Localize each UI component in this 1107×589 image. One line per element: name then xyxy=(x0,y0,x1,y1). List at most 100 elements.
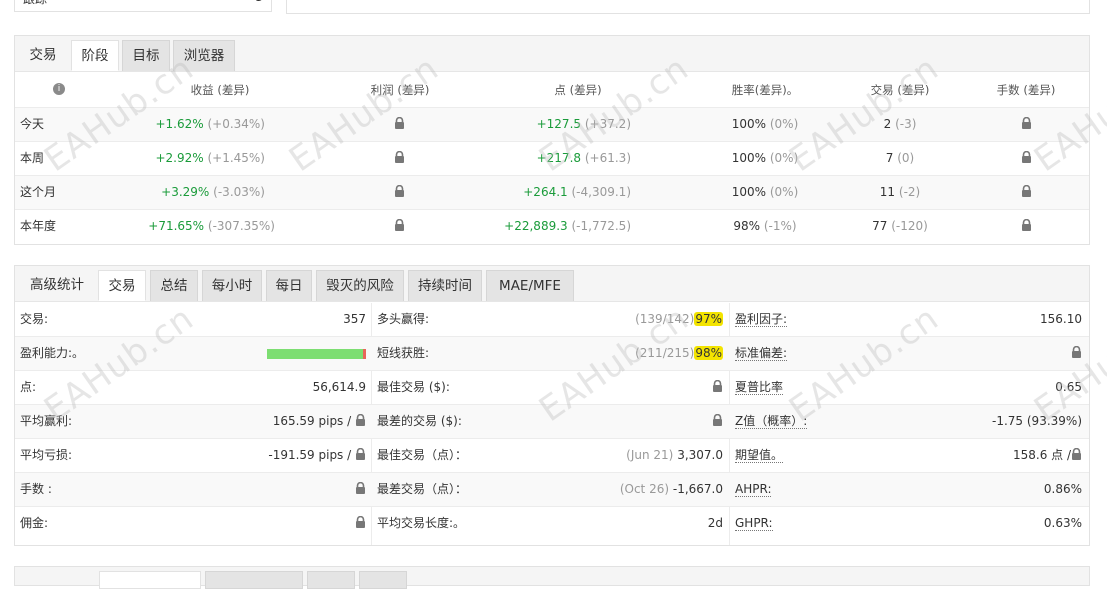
info-icon[interactable]: i xyxy=(53,83,65,95)
trades-cell: 11 (-2) xyxy=(855,176,945,209)
tab-advanced-stats[interactable]: 高级统计 xyxy=(21,270,93,301)
header-lots: 手数 (差异) xyxy=(996,83,1056,97)
trades-value: 77 xyxy=(872,219,888,233)
stats-row: 点: 56,614.9 最佳交易 ($): 夏普比率 0.65 xyxy=(15,371,1089,405)
lock-icon xyxy=(356,448,365,460)
next-panel-tab[interactable] xyxy=(307,571,355,589)
gain-diff: (-3.03%) xyxy=(213,185,265,199)
period-label: 今天 xyxy=(20,117,45,131)
longs-won-percent: 97% xyxy=(694,312,723,326)
ahpr-value: 0.86% xyxy=(1043,482,1082,496)
period-label: 本周 xyxy=(20,151,45,165)
tab-daily[interactable]: 每日 xyxy=(266,270,312,301)
win-diff: (0%) xyxy=(769,117,799,131)
tab-hourly[interactable]: 每小时 xyxy=(202,270,262,301)
top-right-panel xyxy=(286,0,1090,14)
tracking-label: 跟踪 xyxy=(23,0,47,7)
next-panel-tab[interactable] xyxy=(205,571,303,589)
win-cell: 98% (-1%) xyxy=(715,210,815,243)
period-label: 这个月 xyxy=(20,185,57,199)
gain-cell: +1.62% (+0.34%) xyxy=(115,108,265,141)
trades-cell: 2 (-3) xyxy=(855,108,945,141)
avg-trade-length-label: 平均交易长度:。 xyxy=(377,516,466,530)
profitability-bar-fill xyxy=(267,349,364,359)
z-score-text[interactable]: Z值（概率）: xyxy=(735,414,808,429)
tab-risk-of-ruin[interactable]: 毁灭的风险 xyxy=(316,270,404,301)
lots-lock-icon xyxy=(348,473,366,506)
gain-cell: +3.29% (-3.03%) xyxy=(115,176,265,209)
tab-trades[interactable]: 交易 xyxy=(19,40,67,71)
std-dev-text[interactable]: 标准偏差: xyxy=(735,346,788,361)
tab-duration[interactable]: 持续时间 xyxy=(408,270,482,301)
tab-trades[interactable]: 交易 xyxy=(98,270,146,301)
win-value: 100% xyxy=(731,151,767,165)
std-dev-lock-icon xyxy=(1065,337,1082,370)
ahpr-text[interactable]: AHPR: xyxy=(735,482,772,497)
lock-icon xyxy=(356,414,365,426)
tab-goals[interactable]: 目标 xyxy=(122,40,170,71)
trades-diff: (0) xyxy=(897,151,915,165)
trades-value: 357 xyxy=(343,312,366,326)
table-row: 本年度 +71.65% (-307.35%) +22,889.3 (-1,772… xyxy=(15,210,1089,244)
sharpe-ratio-text[interactable]: 夏普比率 xyxy=(735,380,784,395)
win-value: 100% xyxy=(731,117,767,131)
lots-label: 手数 : xyxy=(20,482,52,496)
gain-value: +2.92% xyxy=(155,151,204,165)
top-summary-panel: 跟踪 3 xyxy=(14,0,272,12)
shorts-won-label: 短线获胜: xyxy=(377,346,430,360)
next-panel xyxy=(14,566,1090,589)
lots-lock-icon xyxy=(1020,142,1032,175)
lock-icon xyxy=(1072,448,1081,460)
pips-cell: +264.1 (-4,309.1) xyxy=(465,176,631,209)
lots-lock-icon xyxy=(1020,108,1032,141)
profit-factor-label: 盈利因子: xyxy=(735,303,788,336)
profit-factor-text[interactable]: 盈利因子: xyxy=(735,312,788,327)
pips-cell: +22,889.3 (-1,772.5) xyxy=(465,210,631,243)
win-diff: (0%) xyxy=(769,151,799,165)
ahpr-label: AHPR: xyxy=(735,473,772,506)
profit-factor-value: 156.10 xyxy=(1040,312,1082,326)
tab-browsers[interactable]: 浏览器 xyxy=(173,40,235,71)
tab-period[interactable]: 阶段 xyxy=(71,40,119,71)
avg-win-label: 平均赢利: xyxy=(20,414,73,428)
pips-cell: +217.8 (+61.3) xyxy=(465,142,631,175)
period-header-row: i 收益 (差异) 利润 (差异) 点 (差异) 胜率(差异)。 交易 (差异)… xyxy=(15,73,1089,108)
worst-trade-pips: -1,667.0 xyxy=(672,482,723,496)
std-dev-label: 标准偏差: xyxy=(735,337,788,370)
pips-value: 56,614.9 xyxy=(312,380,366,394)
tracking-value: 3 xyxy=(255,0,263,4)
stats-row: 手数 : 最差交易（点）： (Oct 26) -1,667.0 AHPR: 0.… xyxy=(15,473,1089,507)
gain-cell: +2.92% (+1.45%) xyxy=(115,142,265,175)
header-win-rate: 胜率(差异)。 xyxy=(731,83,799,97)
shorts-won-value: (211/215)98% xyxy=(575,337,723,370)
win-cell: 100% (0%) xyxy=(715,108,815,141)
pips-label: 点: xyxy=(20,380,37,394)
best-trade-date: (Jun 21) xyxy=(626,448,674,462)
pips-value: +264.1 xyxy=(523,185,568,199)
win-cell: 100% (0%) xyxy=(715,176,815,209)
gain-diff: (+0.34%) xyxy=(207,117,265,131)
z-score-label: Z值（概率）: xyxy=(735,405,808,438)
tab-mae-mfe[interactable]: MAE/MFE xyxy=(486,270,574,301)
stats-panel: 高级统计 交易 总结 每小时 每日 毁灭的风险 持续时间 MAE/MFE 交易:… xyxy=(14,265,1090,546)
tab-summary[interactable]: 总结 xyxy=(150,270,198,301)
trades-value: 7 xyxy=(885,151,894,165)
profitability-bar xyxy=(267,349,366,359)
trades-label: 交易: xyxy=(20,312,49,326)
expectancy-value: 158.6 点 / xyxy=(915,439,1082,472)
gain-value: +1.62% xyxy=(155,117,204,131)
next-panel-tab[interactable] xyxy=(99,571,201,589)
expectancy-text[interactable]: 期望值。 xyxy=(735,448,784,463)
pips-value: +22,889.3 xyxy=(504,219,568,233)
avg-loss-value: -191.59 pips / xyxy=(215,439,366,472)
next-panel-tab[interactable] xyxy=(359,571,407,589)
period-tabbar: 交易 阶段 目标 浏览器 xyxy=(15,36,1089,72)
win-value: 98% xyxy=(733,219,761,233)
trades-value: 11 xyxy=(879,185,896,199)
ghpr-value: 0.63% xyxy=(1043,516,1082,530)
worst-trade-date: (Oct 26) xyxy=(619,482,670,496)
ghpr-text[interactable]: GHPR: xyxy=(735,516,773,531)
pips-diff: (-4,309.1) xyxy=(571,185,632,199)
avg-loss-label: 平均亏损: xyxy=(20,448,73,462)
best-trade-usd-label: 最佳交易 ($): xyxy=(377,380,450,394)
